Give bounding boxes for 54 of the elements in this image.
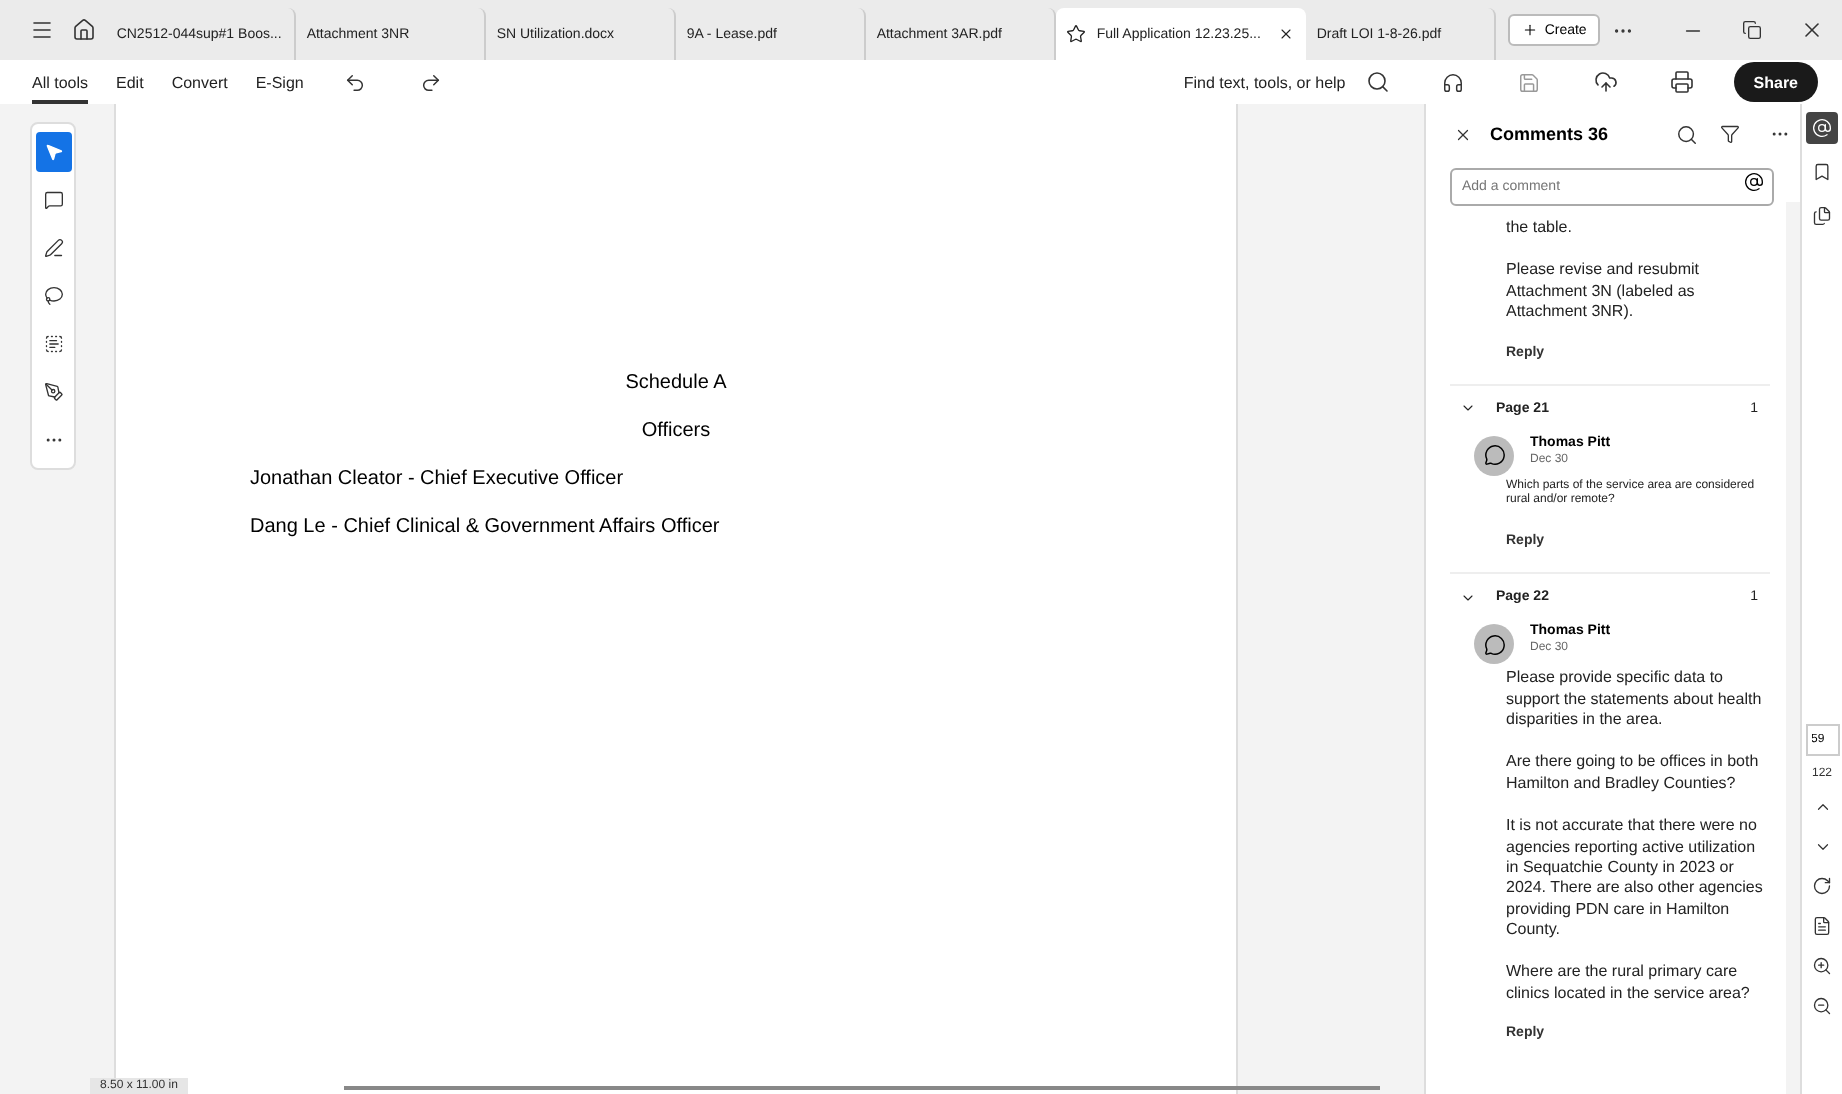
comment-text: Where are the rural primary care clinics located in the service area? (1506, 962, 1752, 1005)
rotate-icon (1812, 876, 1832, 896)
document-text: Jonathan Cleator - Chief Executive Officer (248, 468, 626, 490)
print-icon (1669, 70, 1694, 94)
comment-text: Please provide specific data to support the statements about health disparities in the area. (1506, 668, 1764, 731)
zoom-in-icon (1812, 956, 1832, 976)
bookmark-icon (1812, 162, 1832, 182)
chat-icon (1483, 633, 1505, 656)
pen-icon (43, 238, 63, 258)
comment-icon (43, 190, 63, 210)
comment-text: the table. (1506, 218, 1574, 239)
close-icon (1453, 125, 1471, 143)
page-icon (1812, 916, 1832, 936)
menu-item[interactable]: Convert (171, 60, 228, 104)
undo-icon (344, 71, 367, 93)
restore-icon (1742, 20, 1763, 40)
text-box-icon (43, 334, 63, 354)
menu-item[interactable]: Edit (116, 60, 144, 104)
document-text: Schedule A (623, 372, 729, 394)
pages-icon (1812, 206, 1832, 226)
redo-icon (420, 71, 443, 93)
save-icon (1518, 71, 1541, 93)
comment-text: Please revise and resubmit Attachment 3N (labeled as Attachment 3NR). (1506, 260, 1701, 324)
zoom-out-icon (1812, 996, 1832, 1016)
rotate-button[interactable] (1808, 872, 1836, 900)
panel-title: Comments 36 (1490, 124, 1611, 144)
zoom-in-button[interactable] (1808, 952, 1836, 980)
document-text: Officers (639, 420, 713, 442)
share-button[interactable]: Share (1733, 62, 1818, 102)
mention-icon (1744, 172, 1764, 192)
search-label[interactable]: Find text, tools, or help (1183, 73, 1346, 91)
scrollbar-thumb[interactable] (344, 1086, 1380, 1090)
comment-text: It is not accurate that there were no agencies reporting active utilization in Sequatchie County in 2023 or 2024. There are also other agencies providing PDN care in Hamilton County. (1506, 816, 1765, 941)
plus-icon (1522, 22, 1539, 38)
comments-icon (1812, 118, 1832, 138)
search-icon (1365, 70, 1390, 94)
lasso-icon (43, 286, 63, 306)
filter-icon (1720, 124, 1740, 144)
upload-icon (1593, 70, 1618, 94)
menu-icon (29, 18, 54, 42)
zoom-out-button[interactable] (1808, 992, 1836, 1020)
star-icon (1066, 24, 1087, 44)
close-icon (1800, 18, 1825, 42)
headphones-icon (1442, 71, 1465, 93)
pointer-icon (43, 142, 63, 162)
close-icon (1278, 26, 1295, 42)
panel-button[interactable] (1806, 112, 1838, 144)
document-text: Dang Le - Chief Clinical & Government Affairs Officer (248, 516, 722, 538)
home-icon (72, 18, 97, 42)
chat-icon (1483, 444, 1505, 467)
comment-text: Are there going to be offices in both Hamilton and Bradley Counties? (1506, 752, 1761, 795)
menu-item[interactable]: E-Sign (255, 60, 304, 104)
search-icon (1675, 123, 1697, 145)
signature-icon (43, 382, 63, 402)
